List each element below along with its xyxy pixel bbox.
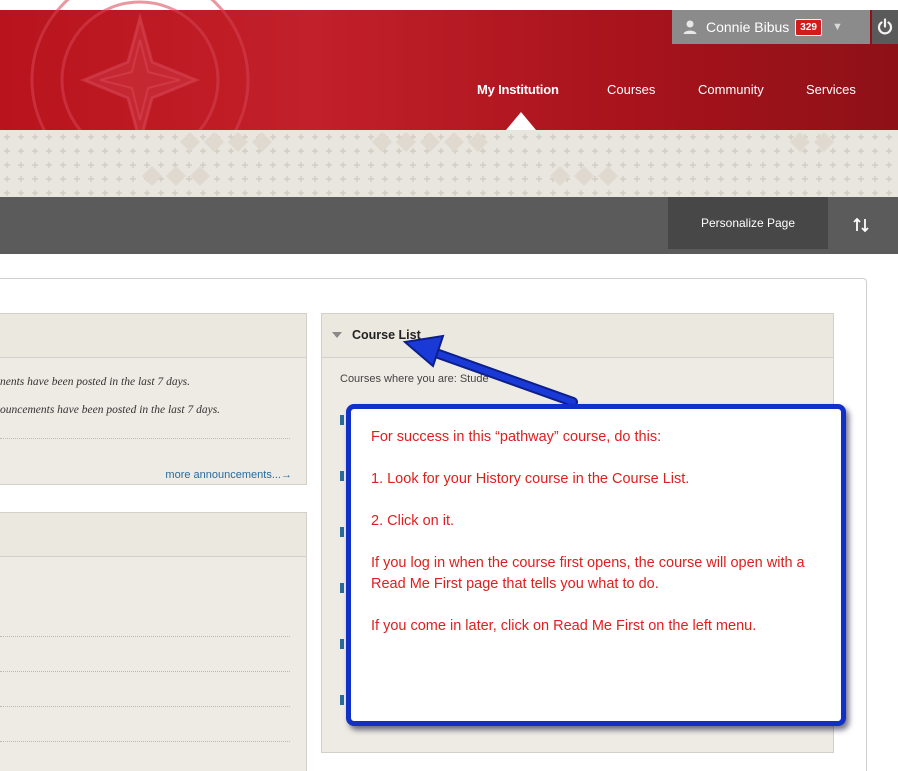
- course-link-marker[interactable]: [340, 527, 344, 537]
- page: Connie Bibus 329 ▼ My Institution Course…: [0, 0, 898, 771]
- divider: [0, 636, 290, 637]
- announcement-text: nents have been posted in the last 7 day…: [0, 376, 191, 388]
- active-tab-indicator: [506, 112, 536, 130]
- module-header: [0, 314, 306, 358]
- callout-text: For success in this “pathway” course, do…: [371, 429, 662, 445]
- tab-services[interactable]: Services: [806, 82, 856, 97]
- notification-count-badge[interactable]: 329: [795, 18, 822, 36]
- instruction-callout: For success in this “pathway” course, do…: [346, 404, 846, 726]
- course-link-marker[interactable]: [340, 695, 344, 705]
- more-announcements-link[interactable]: more announcements...→: [165, 469, 292, 481]
- reorder-icon[interactable]: [850, 215, 872, 235]
- callout-text: If you come in later, click on Read Me F…: [371, 618, 757, 634]
- secondary-module: [0, 512, 307, 771]
- tab-community[interactable]: Community: [698, 82, 764, 97]
- course-link-marker[interactable]: [340, 639, 344, 649]
- divider: [0, 741, 290, 742]
- callout-text: 2. Click on it.: [371, 513, 454, 529]
- power-icon: [877, 18, 893, 35]
- caret-down-icon: ▼: [831, 21, 843, 33]
- college-seal-logo: [30, 0, 250, 130]
- module-header: [0, 513, 306, 557]
- announcements-module: nents have been posted in the last 7 day…: [0, 313, 307, 485]
- logout-button[interactable]: [872, 10, 898, 44]
- institution-header: Connie Bibus 329 ▼ My Institution Course…: [0, 0, 898, 130]
- user-icon: [683, 20, 697, 34]
- decorative-pattern-band: [0, 130, 898, 197]
- tab-my-institution[interactable]: My Institution: [477, 82, 559, 97]
- tab-courses[interactable]: Courses: [607, 82, 655, 97]
- collapse-caret-icon[interactable]: [332, 332, 342, 338]
- pattern-graphic: [0, 130, 898, 197]
- divider: [0, 438, 290, 439]
- divider: [0, 706, 290, 707]
- callout-text: 1. Look for your History course in the C…: [371, 471, 690, 487]
- announcement-text: ouncements have been posted in the last …: [0, 404, 221, 416]
- user-name: Connie Bibus: [706, 19, 790, 35]
- callout-text: If you log in when the course first open…: [371, 555, 805, 592]
- user-menu-button[interactable]: Connie Bibus 329 ▼: [672, 10, 870, 44]
- course-link-marker[interactable]: [340, 471, 344, 481]
- course-link-marker[interactable]: [340, 583, 344, 593]
- course-link-marker[interactable]: [340, 415, 344, 425]
- divider: [0, 671, 290, 672]
- personalize-page-button[interactable]: Personalize Page: [668, 197, 828, 249]
